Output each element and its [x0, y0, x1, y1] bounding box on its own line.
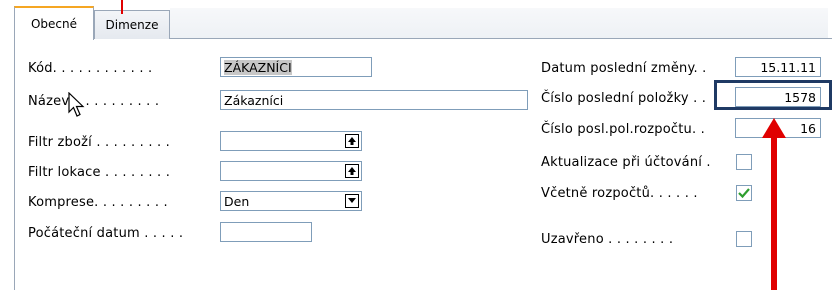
tab-dimenze[interactable]: Dimenze [94, 10, 170, 39]
nazev-field[interactable]: Zákazníci [220, 90, 528, 110]
kod-value: ZÁKAZNÍCI [224, 59, 292, 75]
row-komprese: Komprese. . . . . . . . . [28, 191, 168, 213]
kod-field[interactable]: ZÁKAZNÍCI [220, 57, 372, 77]
tab-label: Obecné [30, 17, 78, 31]
field-label-cislo-posledni-polozky: Číslo poslední položky . . [541, 90, 707, 106]
checkbox-label-aktualizace: Aktualizace při účtování . [541, 154, 711, 170]
row-pocatecni-datum: Počáteční datum . . . . . [28, 222, 183, 244]
tab-label: Dimenze [105, 18, 159, 32]
dropdown-arrow-icon[interactable] [345, 194, 359, 208]
filtr-lokace-field[interactable] [220, 161, 362, 181]
field-label-nazev: Název. . . . . . . . . . . [28, 93, 160, 109]
highlight-box [714, 80, 832, 110]
komprese-value: Den [224, 193, 250, 209]
row-cislo-posl-pol-rozpoctu: Číslo posl.pol.rozpočtu. . [541, 118, 705, 140]
field-label-datum-posledni-zmeny: Datum poslední změny. . [541, 60, 707, 76]
checkbox-label-uzavreno: Uzavřeno . . . . . . . . [541, 231, 674, 247]
red-arrow-icon [762, 118, 786, 290]
check-icon [738, 188, 750, 199]
lookup-arrow-icon[interactable] [345, 134, 359, 148]
nazev-value: Zákazníci [224, 92, 284, 108]
uzavreno-checkbox[interactable] [736, 231, 752, 247]
field-label-pocatecni-datum: Počáteční datum . . . . . [28, 225, 184, 241]
checkbox-label-vcetne-rozpoctu: Včetně rozpočtů. . . . . . [541, 185, 698, 201]
cislo-posl-pol-rozpoctu-value: 16 [800, 120, 816, 136]
field-label-filtr-zbozi: Filtr zboží . . . . . . . . . [28, 134, 170, 150]
row-aktualizace: Aktualizace při účtování . [541, 151, 711, 173]
row-uzavreno: Uzavřeno . . . . . . . . [541, 228, 673, 250]
row-kod: Kód. . . . . . . . . . . . [28, 57, 152, 79]
row-cislo-posledni-polozky: Číslo poslední položky . . [541, 87, 706, 109]
field-label-filtr-lokace: Filtr lokace . . . . . . . . [28, 164, 171, 180]
tab-strip: Obecné Dimenze [0, 0, 838, 40]
field-label-kod: Kód. . . . . . . . . . . . [28, 60, 153, 76]
row-nazev: Název. . . . . . . . . . . [28, 90, 159, 112]
datum-posledni-zmeny-value: 15.11.11 [760, 59, 816, 75]
filtr-zbozi-field[interactable] [220, 131, 362, 151]
row-filtr-lokace: Filtr lokace . . . . . . . . [28, 161, 170, 183]
pocatecni-datum-field[interactable] [220, 222, 312, 242]
aktualizace-checkbox[interactable] [736, 154, 752, 170]
lookup-arrow-icon[interactable] [345, 164, 359, 178]
row-datum-posledni-zmeny: Datum poslední změny. . [541, 57, 707, 79]
tab-obecne[interactable]: Obecné [14, 6, 94, 40]
vcetne-rozpoctu-checkbox[interactable] [736, 185, 752, 201]
tab-strip-background [170, 8, 828, 38]
row-vcetne-rozpoctu: Včetně rozpočtů. . . . . . [541, 182, 698, 204]
komprese-select[interactable]: Den [220, 191, 362, 211]
row-filtr-zbozi: Filtr zboží . . . . . . . . . [28, 131, 170, 153]
annotation-red-line [121, 0, 123, 14]
field-label-komprese: Komprese. . . . . . . . . [28, 194, 168, 210]
mouse-pointer-icon [68, 92, 85, 117]
datum-posledni-zmeny-field[interactable]: 15.11.11 [735, 57, 821, 77]
field-label-cislo-posl-pol-rozpoctu: Číslo posl.pol.rozpočtu. . [541, 121, 705, 137]
